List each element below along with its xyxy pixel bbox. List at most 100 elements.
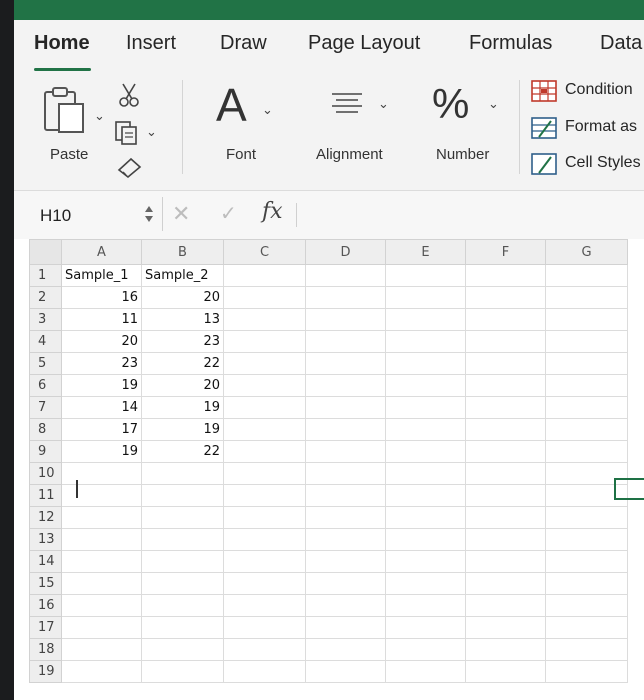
cell[interactable] [305, 572, 386, 595]
cell[interactable]: 19 [141, 418, 224, 441]
cell[interactable] [141, 638, 224, 661]
cell[interactable] [305, 462, 386, 485]
cell[interactable] [223, 660, 306, 683]
cell[interactable] [61, 528, 142, 551]
cell[interactable]: 20 [141, 286, 224, 309]
cell[interactable] [385, 418, 466, 441]
cell[interactable] [385, 286, 466, 309]
cell[interactable] [223, 638, 306, 661]
cell[interactable] [465, 440, 546, 463]
column-header[interactable]: B [141, 239, 224, 265]
cell[interactable] [545, 638, 628, 661]
cell[interactable] [385, 308, 466, 331]
cell[interactable] [545, 330, 628, 353]
cell[interactable] [465, 594, 546, 617]
cell[interactable] [305, 484, 386, 507]
cell[interactable] [305, 308, 386, 331]
cell[interactable]: 17 [61, 418, 142, 441]
stepper-arrows-icon[interactable] [144, 204, 154, 224]
cell[interactable] [141, 660, 224, 683]
cell[interactable] [545, 264, 628, 287]
cell[interactable] [305, 550, 386, 573]
cell[interactable] [305, 374, 386, 397]
cell[interactable] [223, 374, 306, 397]
row-header[interactable]: 15 [29, 572, 62, 595]
cell[interactable] [385, 396, 466, 419]
cut-icon[interactable] [118, 82, 140, 108]
cell[interactable] [545, 374, 628, 397]
cell[interactable] [465, 572, 546, 595]
cell[interactable] [465, 616, 546, 639]
cell[interactable] [385, 616, 466, 639]
row-header[interactable]: 17 [29, 616, 62, 639]
number-button[interactable]: % ⌄ Number [418, 78, 514, 174]
cell[interactable] [61, 572, 142, 595]
cell[interactable] [223, 462, 306, 485]
name-box-input[interactable] [38, 205, 132, 227]
cell[interactable] [465, 308, 546, 331]
cell[interactable]: 22 [141, 352, 224, 375]
tab-data[interactable]: Data [600, 32, 642, 55]
copy-icon[interactable] [114, 120, 140, 146]
cell[interactable] [465, 660, 546, 683]
cell[interactable] [545, 418, 628, 441]
cell[interactable] [545, 572, 628, 595]
cell[interactable] [305, 506, 386, 529]
cell[interactable] [465, 396, 546, 419]
cell[interactable] [305, 352, 386, 375]
column-header[interactable]: F [465, 239, 546, 265]
select-all-corner[interactable] [29, 239, 62, 265]
cell[interactable] [223, 352, 306, 375]
cell[interactable] [223, 550, 306, 573]
cell[interactable] [305, 528, 386, 551]
cell[interactable] [305, 396, 386, 419]
cell[interactable] [545, 308, 628, 331]
cell[interactable] [223, 330, 306, 353]
row-header[interactable]: 3 [29, 308, 62, 331]
cell[interactable] [61, 550, 142, 573]
cell[interactable] [305, 638, 386, 661]
cell[interactable] [465, 506, 546, 529]
cell[interactable]: 23 [141, 330, 224, 353]
column-header[interactable]: C [223, 239, 306, 265]
cell[interactable] [545, 594, 628, 617]
cell[interactable] [545, 550, 628, 573]
cell[interactable] [385, 506, 466, 529]
cell[interactable] [223, 484, 306, 507]
cell[interactable] [385, 594, 466, 617]
cell[interactable] [223, 308, 306, 331]
cell[interactable] [385, 572, 466, 595]
cell[interactable]: 19 [61, 374, 142, 397]
cell[interactable] [465, 462, 546, 485]
cell[interactable]: 20 [141, 374, 224, 397]
column-header[interactable]: E [385, 239, 466, 265]
row-header[interactable]: 6 [29, 374, 62, 397]
cell[interactable] [385, 264, 466, 287]
format-painter-icon[interactable] [116, 156, 144, 178]
cell[interactable] [385, 660, 466, 683]
cell[interactable] [141, 528, 224, 551]
cell[interactable] [385, 352, 466, 375]
cell[interactable]: 23 [61, 352, 142, 375]
font-button[interactable]: A ⌄ Font [202, 78, 284, 174]
cell[interactable] [223, 440, 306, 463]
cell[interactable] [465, 550, 546, 573]
row-header[interactable]: 14 [29, 550, 62, 573]
cell[interactable] [465, 374, 546, 397]
cell[interactable] [465, 330, 546, 353]
cell[interactable] [61, 462, 142, 485]
row-header[interactable]: 10 [29, 462, 62, 485]
chevron-down-icon[interactable]: ⌄ [146, 124, 157, 140]
cell[interactable] [305, 594, 386, 617]
tab-draw[interactable]: Draw [220, 32, 267, 55]
cell[interactable] [223, 616, 306, 639]
cell[interactable] [223, 528, 306, 551]
cell[interactable] [465, 528, 546, 551]
fx-icon[interactable]: fx [262, 199, 283, 224]
row-header[interactable]: 18 [29, 638, 62, 661]
cell[interactable] [141, 572, 224, 595]
cell[interactable] [385, 374, 466, 397]
cell[interactable] [305, 286, 386, 309]
cell[interactable] [61, 638, 142, 661]
tab-formulas[interactable]: Formulas [469, 32, 552, 55]
